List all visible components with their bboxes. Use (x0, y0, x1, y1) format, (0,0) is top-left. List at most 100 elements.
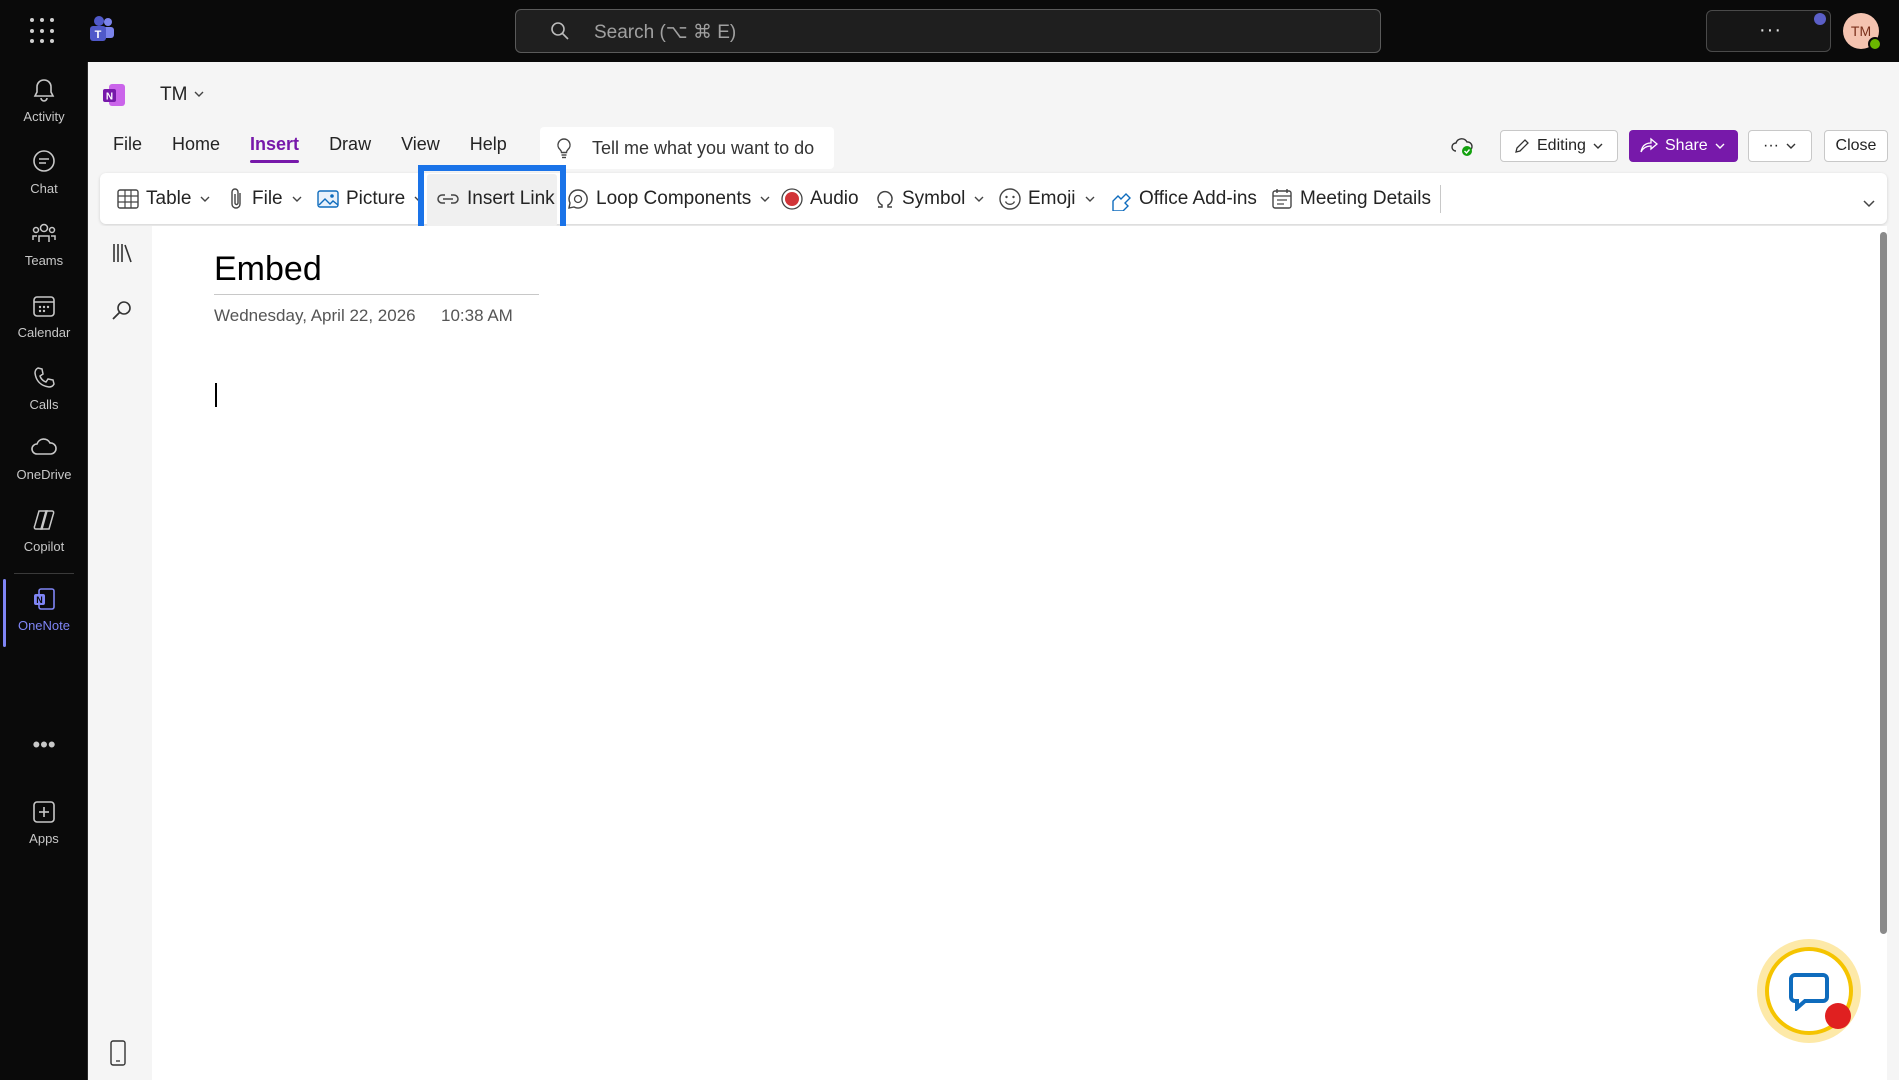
tab-view[interactable]: View (401, 134, 440, 163)
more-options-button[interactable]: ··· (1706, 10, 1831, 52)
chevron-down-icon (1786, 143, 1796, 149)
copilot-icon (33, 510, 55, 530)
search-icon (551, 22, 569, 40)
tell-me-search[interactable]: Tell me what you want to do (540, 127, 834, 169)
notebooks-library-icon[interactable] (110, 240, 136, 266)
page-time: 10:38 AM (441, 306, 513, 325)
tab-help[interactable]: Help (470, 134, 507, 163)
rail-label: Chat (30, 181, 58, 196)
close-label: Close (1835, 137, 1877, 154)
onenote-logo-icon: N (103, 84, 125, 106)
svg-text:N: N (36, 595, 43, 605)
search-icon[interactable] (110, 298, 134, 322)
search-placeholder: Search (⌥ ⌘ E) (594, 22, 737, 43)
avatar-initials: TM (1850, 23, 1872, 39)
notebook-selector[interactable]: TM (160, 84, 205, 106)
app-launcher-icon[interactable] (30, 18, 56, 44)
rail-item-calendar[interactable]: Calendar (0, 286, 88, 352)
search-box[interactable]: Search (⌥ ⌘ E) (515, 9, 1381, 53)
rail-label: Activity (23, 109, 65, 124)
rail-item-onenote[interactable]: N OneNote (0, 579, 88, 647)
rail-item-copilot[interactable]: Copilot (0, 500, 88, 566)
teams-icon (32, 223, 56, 242)
share-label: Share (1665, 137, 1708, 154)
rail-item-onedrive[interactable]: OneDrive (0, 428, 88, 494)
share-button[interactable]: Share (1629, 130, 1738, 162)
meeting-label: Meeting Details (1300, 187, 1431, 209)
rail-divider (14, 573, 74, 574)
phone-icon (34, 367, 55, 388)
rail-label: Apps (29, 831, 59, 846)
bell-icon (33, 79, 55, 102)
tab-insert[interactable]: Insert (250, 134, 300, 163)
rail-label: OneNote (17, 618, 71, 633)
rail-label: Calls (29, 397, 59, 412)
close-button[interactable]: Close (1824, 130, 1888, 162)
pencil-icon (1515, 139, 1529, 153)
rail-item-chat[interactable]: Chat (0, 142, 88, 208)
chevron-down-icon (1085, 196, 1095, 202)
table-label: Table (146, 187, 192, 209)
chat-alert-dot (1825, 1003, 1851, 1029)
loop-label: Loop Components (596, 187, 752, 209)
chevron-down-icon (1593, 143, 1603, 149)
symbol-button[interactable]: Symbol (874, 173, 985, 224)
calendar-details-icon (1272, 188, 1292, 209)
meeting-details-button[interactable]: Meeting Details (1270, 173, 1431, 224)
rail-label: Calendar (17, 325, 71, 340)
file-label: File (252, 187, 283, 209)
page-title[interactable]: Embed (214, 250, 322, 289)
page-date: Wednesday, April 22, 2026 (214, 306, 416, 325)
mobile-device-icon[interactable] (110, 1040, 126, 1066)
audio-button[interactable]: Audio (780, 173, 859, 224)
emoji-icon (999, 187, 1021, 210)
table-icon (117, 188, 139, 209)
page-canvas[interactable]: Embed Wednesday, April 22, 2026 10:38 AM (152, 226, 1887, 1080)
chevron-down-icon (1715, 143, 1725, 149)
share-icon (1640, 137, 1659, 153)
chat-icon (33, 150, 55, 172)
teams-logo-icon: T (88, 15, 116, 48)
ribbon-expand-chevron-icon[interactable] (1861, 195, 1877, 211)
more-dots-icon: ··· (1759, 19, 1782, 41)
file-attach-button[interactable]: File (226, 173, 303, 224)
top-bar: T Search (⌥ ⌘ E) ··· TM (0, 0, 1899, 62)
chevron-down-icon (292, 196, 302, 202)
paperclip-icon (231, 187, 241, 209)
table-button[interactable]: Table (116, 173, 211, 224)
rail-label: Copilot (23, 539, 65, 554)
chevron-down-icon (974, 196, 984, 202)
editing-mode-button[interactable]: Editing (1500, 130, 1618, 162)
picture-button[interactable]: Picture (316, 173, 425, 224)
office-addins-button[interactable]: Office Add-ins (1109, 173, 1257, 224)
text-cursor (215, 383, 217, 407)
plus-square-icon (33, 801, 55, 823)
loop-icon (568, 188, 588, 209)
addins-label: Office Add-ins (1139, 187, 1257, 209)
app-rail: Activity Chat Teams Calendar Calls OneDr… (0, 62, 88, 1080)
loop-components-button[interactable]: Loop Components (566, 173, 771, 224)
rail-item-teams[interactable]: Teams (0, 214, 88, 280)
rail-item-activity[interactable]: Activity (0, 70, 88, 136)
more-apps-icon[interactable]: ••• (0, 732, 88, 758)
avatar[interactable]: TM (1843, 13, 1882, 51)
chat-assistant-button[interactable] (1757, 939, 1861, 1043)
svg-text:N: N (106, 92, 113, 103)
picture-label: Picture (346, 187, 406, 209)
more-options-menu-button[interactable]: ··· (1748, 130, 1812, 162)
more-dots-icon: ··· (1763, 137, 1779, 154)
notebook-nav-column (88, 226, 152, 1080)
page-scrollbar[interactable] (1880, 232, 1887, 934)
emoji-button[interactable]: Emoji (998, 173, 1096, 224)
rail-item-apps[interactable]: Apps (0, 792, 88, 858)
rail-item-calls[interactable]: Calls (0, 358, 88, 424)
tab-draw[interactable]: Draw (329, 134, 371, 163)
cloud-sync-icon (1451, 138, 1473, 156)
tab-home[interactable]: Home (172, 134, 220, 163)
rail-label: Teams (24, 253, 64, 268)
tab-file[interactable]: File (113, 134, 142, 163)
insert-ribbon: Table File Picture (100, 173, 1887, 224)
chevron-down-icon (194, 91, 204, 97)
emoji-label: Emoji (1028, 187, 1076, 209)
chevron-down-icon (200, 196, 210, 202)
